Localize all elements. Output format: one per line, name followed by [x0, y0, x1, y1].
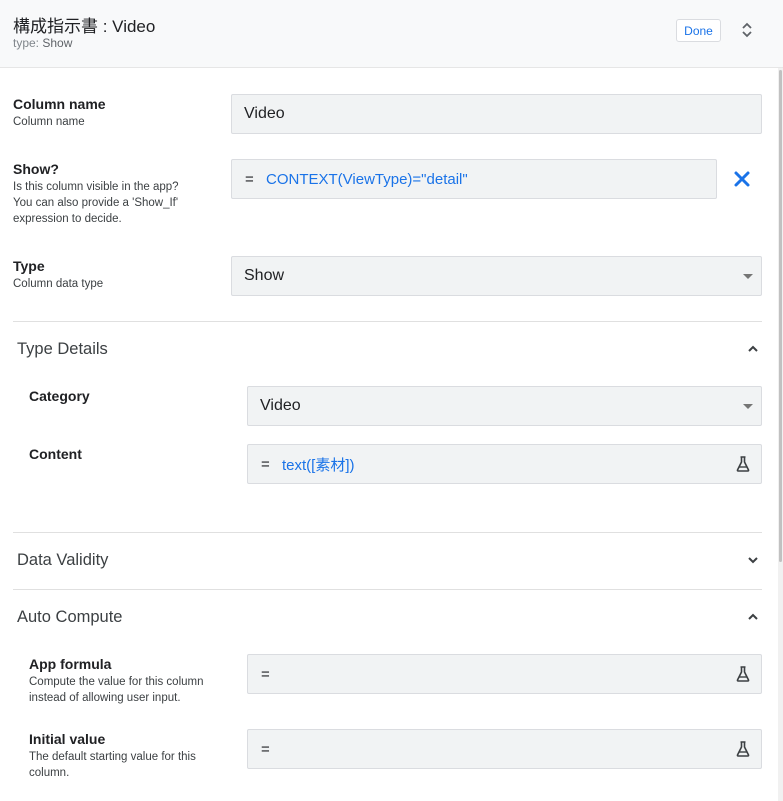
- initial-value-description: The default starting value for this colu…: [29, 749, 196, 781]
- show-description-line: Is this column visible in the app?: [13, 181, 179, 193]
- type-prefix: type:: [13, 36, 40, 50]
- divider: [13, 532, 762, 533]
- type-select-value: Show: [244, 267, 285, 284]
- editor-header: 構成指示書 : Video type: Show Done: [0, 0, 783, 68]
- app-formula-description-line: Compute the value for this column: [29, 676, 204, 688]
- chevron-up-icon[interactable]: [747, 613, 759, 621]
- dropdown-arrow-icon: [743, 274, 753, 279]
- show-label: Show?: [13, 161, 59, 177]
- show-description-line: expression to decide.: [13, 213, 122, 225]
- equals-sign: =: [261, 455, 270, 473]
- dropdown-arrow-icon: [743, 404, 753, 409]
- type-details-header[interactable]: Type Details: [17, 340, 108, 359]
- app-formula-description: Compute the value for this column instea…: [29, 674, 204, 706]
- category-select[interactable]: Video: [247, 386, 762, 426]
- flask-icon[interactable]: [735, 665, 751, 683]
- column-name-value: Video: [244, 105, 285, 122]
- content-expression-field[interactable]: = text([素材]): [247, 444, 762, 484]
- type-label: Type: [13, 258, 45, 274]
- show-description-line: You can also provide a 'Show_If': [13, 197, 179, 209]
- expand-collapse-icon[interactable]: [738, 20, 756, 40]
- chevron-down-icon[interactable]: [747, 556, 759, 564]
- chevron-up-icon[interactable]: [747, 345, 759, 353]
- column-name-description: Column name: [13, 116, 85, 128]
- type-select[interactable]: Show: [231, 256, 762, 296]
- column-name-input[interactable]: Video: [231, 94, 762, 134]
- app-formula-label: App formula: [29, 656, 112, 672]
- category-label: Category: [29, 388, 90, 404]
- app-formula-description-line: instead of allowing user input.: [29, 692, 181, 704]
- type-description: Column data type: [13, 278, 104, 290]
- data-validity-header[interactable]: Data Validity: [17, 551, 108, 570]
- show-description: Is this column visible in the app? You c…: [13, 179, 179, 227]
- equals-sign: =: [261, 740, 270, 758]
- show-expression-field[interactable]: = CONTEXT(ViewType)="detail": [231, 159, 717, 199]
- column-name-label: Column name: [13, 96, 106, 112]
- page-title: 構成指示書 : Video: [13, 17, 156, 36]
- type-value: Show: [42, 36, 73, 50]
- divider: [13, 321, 762, 322]
- equals-sign: =: [261, 665, 270, 683]
- content-expression: text([素材]): [282, 456, 355, 474]
- content-label: Content: [29, 446, 82, 462]
- column-type-subtitle: type: Show: [13, 36, 72, 50]
- show-expression: CONTEXT(ViewType)="detail": [266, 170, 468, 188]
- category-select-value: Video: [260, 397, 301, 414]
- initial-value-description-line: column.: [29, 767, 70, 779]
- equals-sign: =: [245, 170, 254, 188]
- flask-icon[interactable]: [735, 740, 751, 758]
- initial-value-label: Initial value: [29, 731, 106, 747]
- scrollbar-thumb[interactable]: [779, 70, 782, 562]
- flask-icon[interactable]: [735, 455, 751, 473]
- divider: [13, 589, 762, 590]
- done-button[interactable]: Done: [676, 19, 721, 42]
- close-icon[interactable]: [733, 170, 751, 188]
- auto-compute-header[interactable]: Auto Compute: [17, 608, 122, 627]
- initial-value-description-line: The default starting value for this: [29, 751, 196, 763]
- app-formula-field[interactable]: =: [247, 654, 762, 694]
- initial-value-field[interactable]: =: [247, 729, 762, 769]
